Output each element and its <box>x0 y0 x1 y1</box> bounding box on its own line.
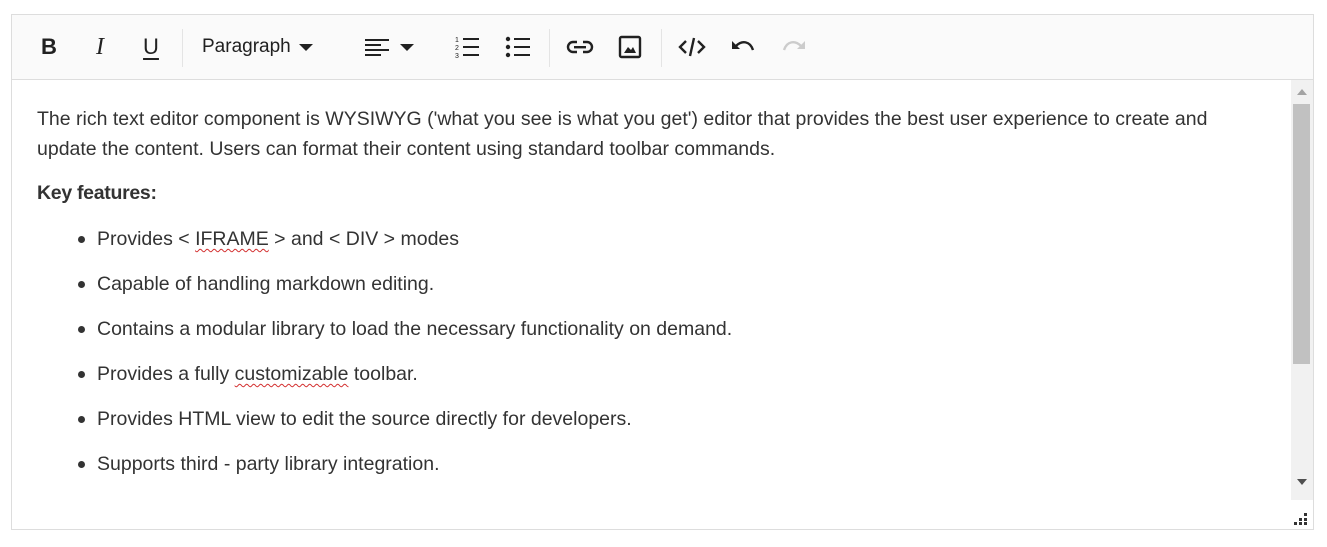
bulleted-list-icon <box>505 36 530 58</box>
italic-button[interactable]: I <box>85 31 115 63</box>
source-code-button[interactable] <box>675 31 709 63</box>
arrow-up-icon <box>1297 89 1307 95</box>
misspelled-word[interactable]: IFRAME <box>195 228 269 250</box>
svg-text:2: 2 <box>455 45 459 52</box>
vertical-scrollbar[interactable] <box>1291 80 1313 500</box>
list-item: Capable of handling markdown editing. <box>37 269 732 314</box>
misspelled-word[interactable]: customizable <box>235 363 349 385</box>
redo-icon <box>782 41 805 51</box>
resize-grip-icon[interactable] <box>1293 511 1307 525</box>
insert-link-button[interactable] <box>563 31 597 63</box>
intro-paragraph: The rich text editor component is WYSIWY… <box>37 108 1208 160</box>
format-dropdown[interactable]: Paragraph <box>202 31 332 63</box>
toolbar-separator <box>549 29 550 67</box>
format-dropdown-label: Paragraph <box>202 36 291 57</box>
list-item: Provides < IFRAME > and < DIV > modes <box>37 224 732 269</box>
toolbar-separator <box>661 29 662 67</box>
insert-image-button[interactable] <box>615 31 645 63</box>
undo-icon <box>732 41 755 51</box>
bullet-icon <box>78 236 85 243</box>
link-icon <box>566 40 594 54</box>
alignment-dropdown[interactable] <box>364 31 426 63</box>
list-item-text: Provides < <box>97 228 196 250</box>
list-item-text: Provides a fully <box>97 363 235 385</box>
editor-content-area[interactable]: The rich text editor component is WYSIWY… <box>12 80 1291 529</box>
scroll-down-button[interactable] <box>1291 476 1313 490</box>
rich-text-editor: B I U Paragraph 1 2 3 The rich text edit… <box>11 14 1314 530</box>
bold-button[interactable]: B <box>34 31 64 63</box>
list-item-text: Supports third - party library integrati… <box>97 453 440 475</box>
list-item-text: toolbar. <box>348 363 418 385</box>
bullet-icon <box>78 326 85 333</box>
undo-button[interactable] <box>728 31 758 63</box>
bullet-icon <box>78 416 85 423</box>
image-icon <box>618 35 642 59</box>
list-item-text: > and < DIV > modes <box>268 228 460 250</box>
bullet-icon <box>78 281 85 288</box>
svg-text:1: 1 <box>455 37 459 44</box>
numbered-list-button[interactable]: 1 2 3 <box>452 31 482 63</box>
chevron-down-icon <box>298 43 313 51</box>
bold-icon: B <box>41 34 57 59</box>
align-left-icon <box>365 39 389 56</box>
italic-icon: I <box>96 33 104 60</box>
list-item: Supports third - party library integrati… <box>37 449 732 494</box>
list-item-text: Capable of handling markdown editing. <box>97 273 435 295</box>
numbered-list-icon: 1 2 3 <box>455 37 479 59</box>
bulleted-list-button[interactable] <box>503 31 533 63</box>
editor-toolbar: B I U Paragraph 1 2 3 <box>12 15 1313 80</box>
source-code-icon <box>678 37 706 57</box>
toolbar-separator <box>182 29 183 67</box>
key-features-heading: Key features: <box>37 182 157 204</box>
chevron-down-icon <box>400 43 414 51</box>
bullet-icon <box>78 371 85 378</box>
list-item: Provides a fully customizable toolbar. <box>37 359 732 404</box>
scrollbar-thumb[interactable] <box>1293 104 1310 364</box>
svg-text:3: 3 <box>455 53 459 59</box>
scroll-up-button[interactable] <box>1291 86 1313 100</box>
underline-button[interactable]: U <box>136 31 166 63</box>
list-item: Provides HTML view to edit the source di… <box>37 404 732 449</box>
arrow-down-icon <box>1297 479 1307 485</box>
list-item-text: Provides HTML view to edit the source di… <box>97 408 632 430</box>
features-list: Provides < IFRAME > and < DIV > modes Ca… <box>37 224 732 494</box>
underline-icon: U <box>143 34 159 59</box>
bullet-icon <box>78 461 85 468</box>
list-item-text: Contains a modular library to load the n… <box>97 318 733 340</box>
redo-button[interactable] <box>779 31 809 63</box>
list-item: Contains a modular library to load the n… <box>37 314 732 359</box>
